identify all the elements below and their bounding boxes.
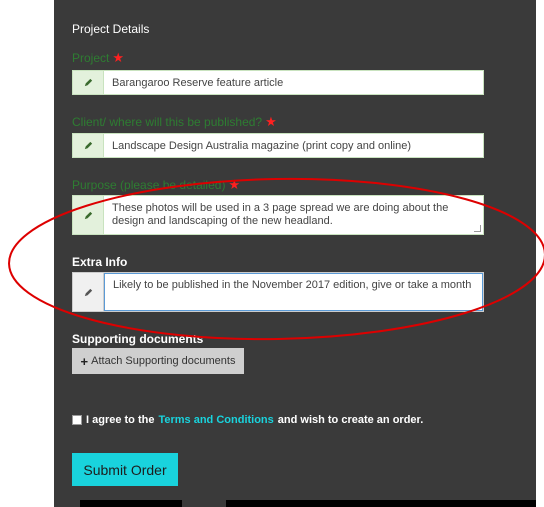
project-input[interactable]: Barangaroo Reserve feature article	[104, 71, 483, 94]
purpose-field[interactable]: These photos will be used in a 3 page sp…	[72, 195, 484, 235]
extra-info-label: Extra Info	[72, 255, 128, 269]
terms-agreement: I agree to the Terms and Conditions and …	[72, 414, 423, 426]
purpose-label-text: Purpose (please be detailed)	[72, 178, 226, 192]
agreement-prefix: I agree to the	[86, 414, 155, 426]
terms-checkbox[interactable]	[72, 415, 82, 425]
supporting-documents-label: Supporting documents	[72, 332, 204, 346]
required-star-icon: ★	[112, 50, 125, 65]
client-input[interactable]: Landscape Design Australia magazine (pri…	[104, 134, 483, 157]
client-label-text: Client/ where will this be published?	[72, 115, 263, 129]
project-label: Project ★	[72, 50, 124, 66]
agreement-suffix: and wish to create an order.	[277, 414, 424, 426]
client-label: Client/ where will this be published? ★	[72, 114, 277, 130]
extra-info-textarea[interactable]: Likely to be published in the November 2…	[104, 273, 483, 311]
client-field[interactable]: Landscape Design Australia magazine (pri…	[72, 133, 484, 158]
required-star-icon: ★	[228, 177, 241, 192]
terms-link[interactable]: Terms and Conditions	[158, 414, 273, 426]
attach-documents-label: Attach Supporting documents	[91, 355, 236, 367]
footer-bar-right	[226, 500, 536, 507]
resize-handle[interactable]	[474, 225, 481, 232]
pencil-icon	[73, 134, 104, 157]
project-field[interactable]: Barangaroo Reserve feature article	[72, 70, 484, 95]
purpose-label: Purpose (please be detailed) ★	[72, 177, 240, 193]
pencil-icon	[73, 273, 104, 311]
plus-icon: +	[80, 353, 89, 369]
pencil-icon	[73, 196, 104, 234]
footer-bar-left	[80, 500, 182, 507]
attach-documents-button[interactable]: + Attach Supporting documents	[72, 348, 244, 374]
project-label-text: Project	[72, 51, 110, 65]
extra-info-field[interactable]: Likely to be published in the November 2…	[72, 272, 484, 312]
pencil-icon	[73, 71, 104, 94]
submit-order-button[interactable]: Submit Order	[72, 453, 178, 486]
required-star-icon: ★	[265, 114, 277, 129]
section-title: Project Details	[72, 22, 150, 36]
purpose-textarea[interactable]: These photos will be used in a 3 page sp…	[104, 196, 483, 234]
